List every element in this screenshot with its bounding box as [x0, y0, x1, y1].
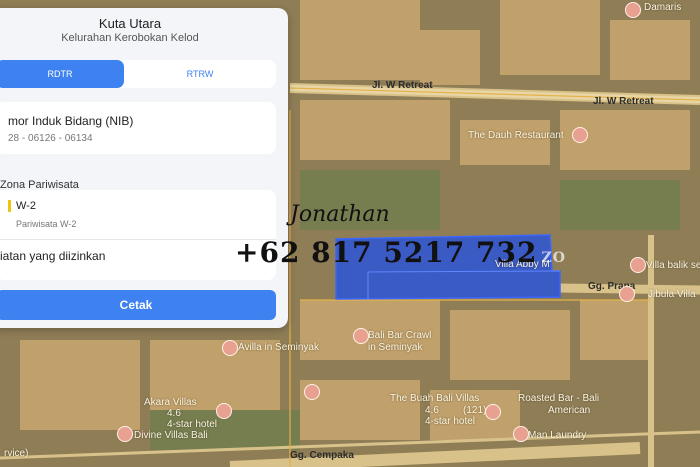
place-label: rvice) — [4, 448, 29, 459]
phone-number: +62 817 5217 732 — [235, 236, 538, 269]
road-label: Gg. Cempaka — [290, 450, 354, 461]
village-subtitle: Kelurahan Kerobokan Kelod — [61, 32, 199, 44]
road-label: Jl. W Retreat — [593, 96, 654, 107]
place-label[interactable]: Jibula Villa — [648, 289, 696, 300]
zone-color-swatch — [8, 200, 11, 212]
tab-rtrw[interactable]: RTRW — [124, 60, 276, 88]
road-label: Jl. W Retreat — [372, 80, 433, 91]
zone-description: Pariwisata W-2 — [16, 219, 77, 229]
place-label[interactable]: Man Laundry — [528, 430, 586, 441]
poi-marker-icon[interactable] — [485, 404, 501, 420]
place-label: 4-star hotel — [167, 419, 218, 430]
rating-count: (121) — [463, 405, 487, 416]
place-label[interactable]: Bali Bar Crawl — [368, 330, 431, 341]
rating-label: 4.6 — [167, 408, 181, 419]
place-label[interactable]: Avilla in Seminyak — [238, 342, 319, 353]
zone-code[interactable]: W-2 — [16, 200, 36, 212]
nib-value: 28 - 06126 - 06134 — [8, 133, 93, 144]
poi-marker-icon[interactable] — [513, 426, 529, 442]
poi-marker-icon[interactable] — [216, 403, 232, 419]
poi-marker-icon[interactable] — [572, 127, 588, 143]
nib-card[interactable]: mor Induk Bidang (NIB) 28 - 06126 - 0613… — [0, 102, 276, 154]
poi-marker-icon[interactable] — [630, 257, 646, 273]
place-label[interactable]: Roasted Bar - Bali — [518, 393, 599, 404]
poi-marker-icon[interactable] — [619, 286, 635, 302]
poi-marker-icon[interactable] — [222, 340, 238, 356]
place-label: American — [548, 405, 591, 416]
place-label[interactable]: Villa balik se — [646, 260, 700, 271]
plan-tabs: RDTR RTRW — [0, 60, 276, 88]
place-label[interactable]: Akara Villas — [144, 397, 197, 408]
signature-watermark: Jonathan — [290, 202, 390, 227]
phone-watermark: +62 817 5217 732 ZO — [235, 236, 566, 269]
place-label[interactable]: The Buah Bali Villas — [390, 393, 479, 404]
nib-label: mor Induk Bidang (NIB) — [8, 114, 134, 128]
place-label[interactable]: Divine Villas Bali — [134, 430, 208, 441]
place-label[interactable]: The Dauh Restaurant — [468, 130, 564, 141]
place-label[interactable]: in Seminyak — [368, 342, 422, 353]
tab-rdtr[interactable]: RDTR — [0, 60, 124, 88]
watermark-suffix: ZO — [541, 250, 566, 266]
permitted-activities-row[interactable]: iatan yang diizinkan — [0, 249, 105, 263]
district-title: Kuta Utara — [98, 16, 162, 31]
poi-marker-icon[interactable] — [625, 2, 641, 18]
poi-marker-icon[interactable] — [304, 384, 320, 400]
place-label: 4-star hotel — [425, 416, 476, 427]
place-label[interactable]: Damaris — [644, 2, 681, 13]
print-button[interactable]: Cetak — [0, 290, 276, 320]
poi-marker-icon[interactable] — [117, 426, 133, 442]
poi-marker-icon[interactable] — [353, 328, 369, 344]
parcel-info-panel: Kuta Utara Kelurahan Kerobokan Kelod RDT… — [0, 8, 288, 328]
rating-label: 4.6 — [425, 405, 439, 416]
